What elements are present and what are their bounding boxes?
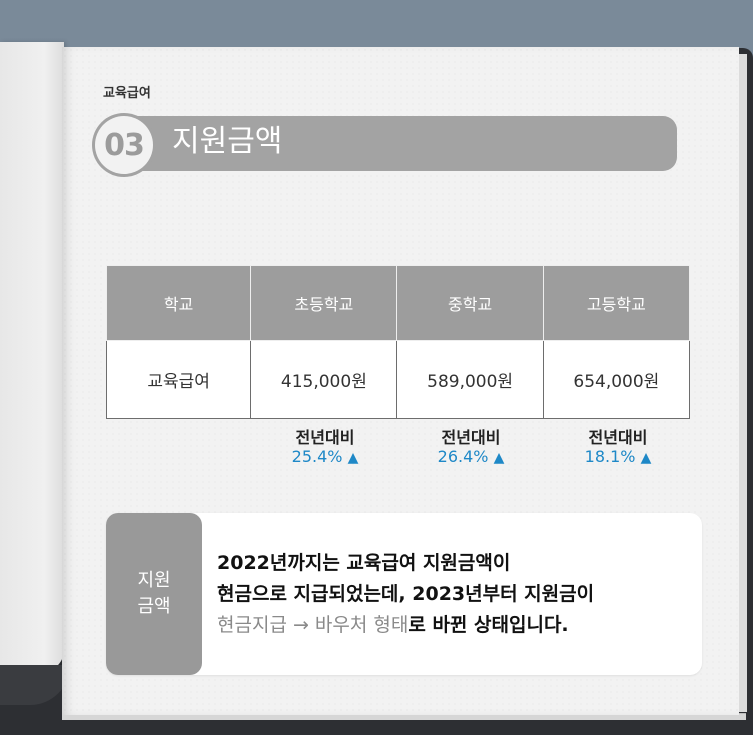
left-page [0, 42, 64, 672]
yoy-elementary: 전년대비 25.4% ▲ [252, 428, 398, 468]
table-row: 교육급여 415,000원 589,000원 654,000원 [105, 340, 691, 419]
category-label: 교육급여 [103, 86, 151, 101]
yoy-label: 전년대비 [295, 428, 355, 447]
section-title: 지원금액 [172, 124, 283, 159]
section-number: 03 [104, 127, 145, 163]
table-header-cell: 중학교 [396, 265, 544, 341]
up-arrow-icon: ▲ [493, 450, 505, 466]
table-cell: 415,000원 [250, 340, 398, 419]
yoy-percent: 26.4% [437, 447, 489, 466]
yoy-high: 전년대비 18.1% ▲ [545, 428, 691, 468]
yoy-percent: 25.4% [291, 447, 343, 466]
info-line3: 현금지급 → 바우처 형태로 바뀐 상태입니다. [217, 610, 697, 641]
yoy-value: 26.4% ▲ [398, 447, 544, 468]
info-label-line2: 금액 [137, 596, 171, 617]
info-label-line1: 지원 [137, 570, 171, 591]
info-line1: 2022년까지는 교육급여 지원금액이 [217, 552, 511, 574]
info-label: 지원 금액 [106, 513, 202, 675]
page-edge-right [738, 54, 747, 712]
yoy-label: 전년대비 [588, 428, 648, 447]
table-cell: 589,000원 [396, 340, 544, 419]
table-header-cell: 고등학교 [542, 265, 691, 341]
table-cell: 654,000원 [542, 340, 691, 419]
info-text: 2022년까지는 교육급여 지원금액이 현금으로 지급되었는데, 2023년부터… [217, 548, 697, 641]
table-cell: 교육급여 [105, 340, 252, 419]
info-line3-rest: 로 바뀐 상태입니다. [408, 614, 569, 636]
section-number-badge: 03 [95, 116, 153, 174]
yoy-value: 18.1% ▲ [545, 447, 691, 468]
up-arrow-icon: ▲ [640, 450, 652, 466]
yoy-middle: 전년대비 26.4% ▲ [398, 428, 544, 468]
yoy-percent: 18.1% [584, 447, 636, 466]
table-header-cell: 초등학교 [250, 265, 398, 341]
benefit-table: 학교 초등학교 중학교 고등학교 교육급여 415,000원 589,000원 … [105, 265, 691, 419]
yoy-value: 25.4% ▲ [252, 447, 398, 468]
up-arrow-icon: ▲ [347, 450, 359, 466]
info-line2: 현금으로 지급되었는데, 2023년부터 지원금이 [217, 583, 595, 605]
table-header-cell: 학교 [105, 265, 252, 341]
info-line3-highlight: 현금지급 → 바우처 형태 [217, 614, 409, 636]
table-header-row: 학교 초등학교 중학교 고등학교 [105, 265, 691, 341]
yoy-label: 전년대비 [441, 428, 501, 447]
